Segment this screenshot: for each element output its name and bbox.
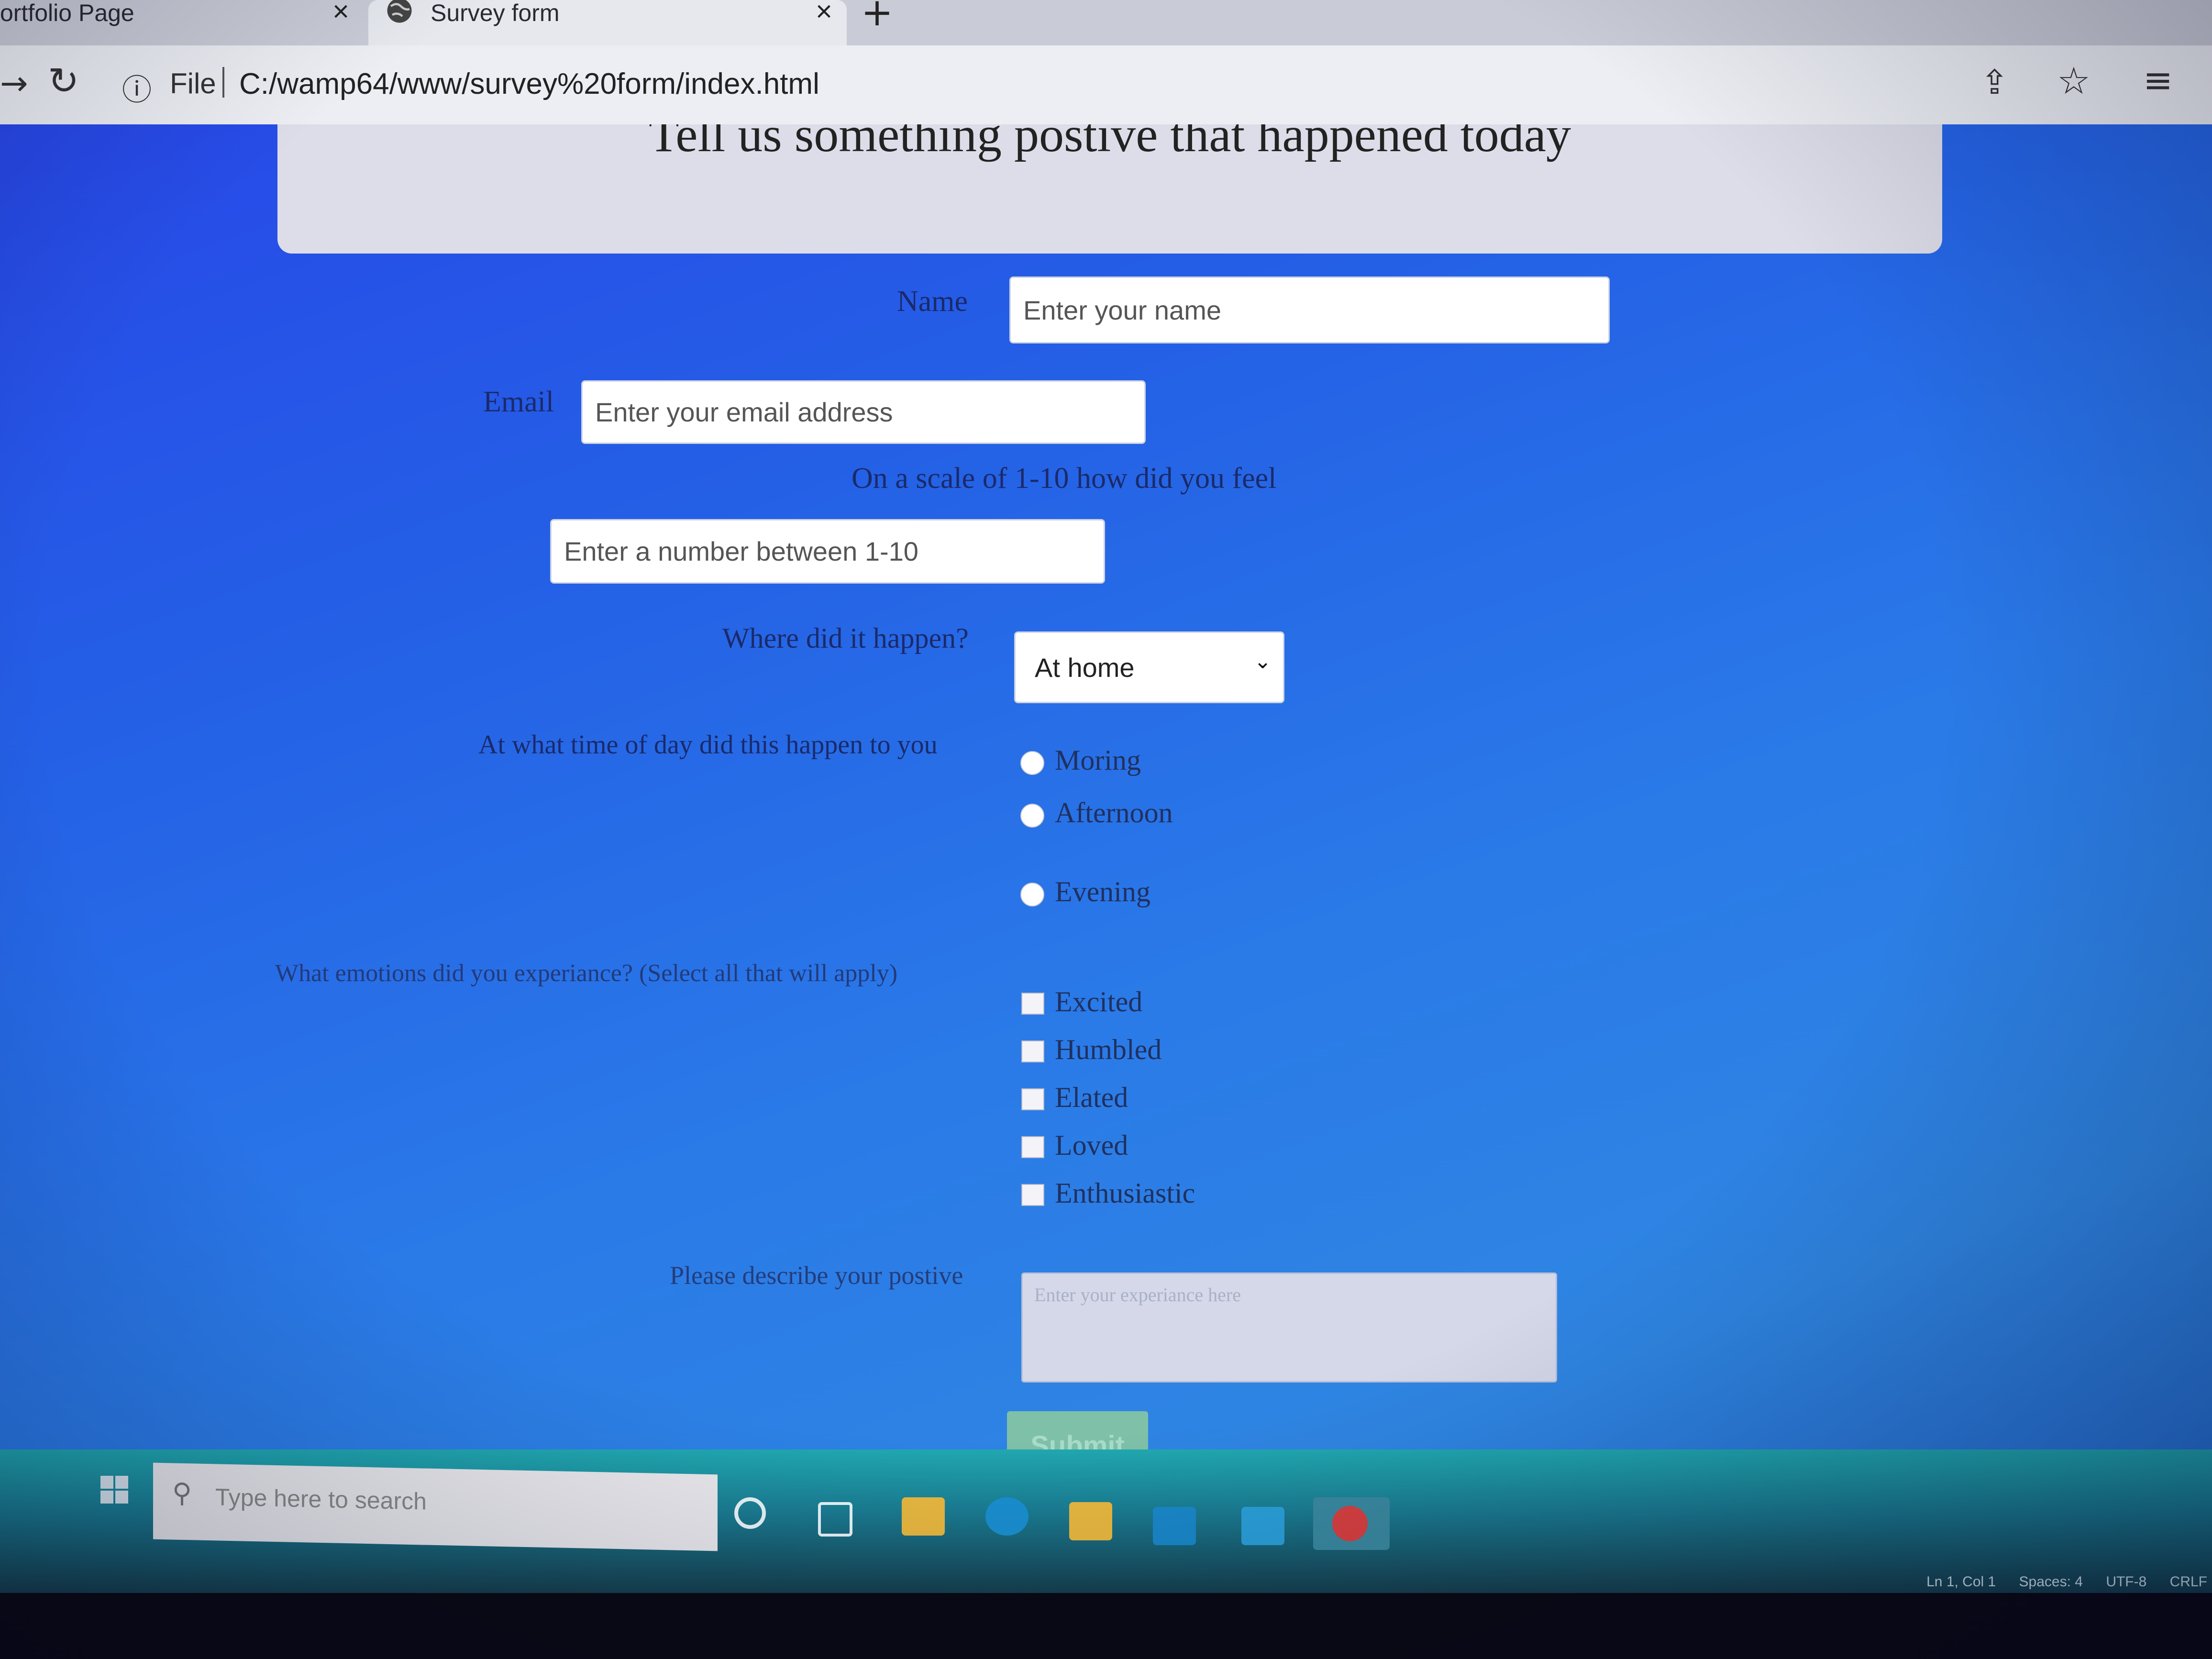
radio-label-morning: Moring bbox=[1055, 744, 1141, 776]
checkbox-elated[interactable] bbox=[1021, 1088, 1044, 1110]
radio-morning[interactable] bbox=[1020, 751, 1044, 775]
vscode-icon[interactable] bbox=[1241, 1507, 1284, 1545]
where-label: Where did it happen? bbox=[722, 622, 969, 654]
emotions-label: What emotions did you experiance? (Selec… bbox=[275, 960, 898, 987]
new-tab-icon[interactable]: + bbox=[861, 0, 893, 32]
chevron-down-icon: ⌄ bbox=[1254, 649, 1272, 674]
store-icon[interactable] bbox=[1069, 1502, 1112, 1540]
taskbar-search-input: Type here to search bbox=[215, 1483, 427, 1515]
taskbar-search[interactable]: ⚲ Type here to search bbox=[153, 1462, 718, 1551]
header-card: Tell us something postive that happened … bbox=[277, 124, 1942, 254]
tab-survey-form[interactable]: Survey form × bbox=[368, 0, 847, 45]
globe-icon bbox=[387, 0, 412, 23]
checkbox-label-enthusiastic: Enthusiastic bbox=[1055, 1177, 1195, 1209]
info-icon[interactable]: ⓘ bbox=[122, 66, 152, 109]
radio-label-evening: Evening bbox=[1055, 876, 1150, 907]
radio-afternoon[interactable] bbox=[1020, 804, 1044, 828]
checkbox-label-elated: Elated bbox=[1055, 1082, 1128, 1113]
back-arrow-icon[interactable]: → bbox=[0, 64, 28, 103]
time-label: At what time of day did this happen to y… bbox=[478, 730, 938, 760]
edge-icon[interactable] bbox=[985, 1497, 1029, 1536]
tab-label: ortfolio Page bbox=[0, 0, 134, 26]
checkbox-excited[interactable] bbox=[1021, 993, 1044, 1015]
status-item: CRLF bbox=[2169, 1574, 2207, 1590]
status-item: Spaces: 4 bbox=[2019, 1574, 2083, 1590]
chrome-icon-slot[interactable] bbox=[1313, 1497, 1390, 1550]
address-toolbar: → ↻ ⓘ File C:/wamp64/www/survey%20form/i… bbox=[0, 45, 2212, 124]
checkbox-label-excited: Excited bbox=[1055, 986, 1143, 1018]
reload-icon[interactable]: ↻ bbox=[48, 60, 79, 103]
scale-label: On a scale of 1-10 how did you feel bbox=[852, 462, 1277, 495]
checkbox-label-loved: Loved bbox=[1055, 1129, 1128, 1161]
tab-label: Survey form bbox=[431, 0, 560, 26]
checkbox-label-humbled: Humbled bbox=[1055, 1034, 1162, 1065]
task-view-icon[interactable] bbox=[818, 1502, 852, 1537]
screen: ortfolio Page × Survey form × + → ↻ ⓘ Fi… bbox=[0, 0, 2212, 1659]
scale-input[interactable]: Enter a number between 1-10 bbox=[550, 519, 1105, 584]
radio-label-afternoon: Afternoon bbox=[1055, 797, 1173, 829]
email-label: Email bbox=[483, 386, 554, 418]
name-input[interactable]: Enter your name bbox=[1009, 276, 1610, 343]
chrome-icon bbox=[1332, 1506, 1368, 1541]
close-icon[interactable]: × bbox=[332, 0, 349, 26]
divider bbox=[222, 67, 224, 98]
checkbox-loved[interactable] bbox=[1021, 1136, 1044, 1158]
where-select-value: At home bbox=[1035, 652, 1135, 683]
search-icon: ⚲ bbox=[172, 1477, 192, 1509]
file-label: File bbox=[170, 67, 216, 100]
page-title: Tell us something postive that happened … bbox=[649, 124, 1571, 162]
windows-start-icon[interactable] bbox=[100, 1476, 129, 1504]
taskbar: ⚲ Type here to search Ln 1, Col 1 Spaces… bbox=[0, 1449, 2212, 1593]
file-explorer-icon[interactable] bbox=[902, 1497, 945, 1536]
share-icon[interactable]: ⇪ bbox=[1980, 63, 2009, 102]
status-bar: Ln 1, Col 1 Spaces: 4 UTF-8 CRLF bbox=[1907, 1574, 2207, 1590]
url-input[interactable]: C:/wamp64/www/survey%20form/index.html bbox=[239, 67, 819, 101]
cortana-icon[interactable] bbox=[734, 1497, 766, 1529]
monitor-bezel bbox=[0, 1593, 2212, 1659]
status-item: UTF-8 bbox=[2106, 1574, 2147, 1590]
where-select[interactable]: At home ⌄ bbox=[1014, 631, 1284, 703]
reading-list-icon[interactable]: ≡ bbox=[2143, 60, 2173, 101]
checkbox-humbled[interactable] bbox=[1021, 1040, 1044, 1062]
radio-evening[interactable] bbox=[1020, 883, 1044, 907]
status-item: Ln 1, Col 1 bbox=[1926, 1574, 1996, 1590]
bookmark-star-icon[interactable]: ☆ bbox=[2057, 60, 2090, 103]
email-input[interactable]: Enter your email address bbox=[581, 380, 1146, 444]
close-icon[interactable]: × bbox=[816, 0, 832, 26]
survey-page: Tell us something postive that happened … bbox=[0, 124, 2212, 1464]
describe-textarea[interactable]: Enter your experiance here bbox=[1021, 1272, 1557, 1382]
tab-strip: ortfolio Page × Survey form × + bbox=[0, 0, 2212, 45]
name-label: Name bbox=[897, 285, 968, 318]
tab-portfolio[interactable]: ortfolio Page × bbox=[0, 0, 364, 45]
outlook-icon[interactable] bbox=[1153, 1507, 1196, 1545]
describe-label: Please describe your postive bbox=[670, 1261, 963, 1290]
checkbox-enthusiastic[interactable] bbox=[1021, 1184, 1044, 1206]
